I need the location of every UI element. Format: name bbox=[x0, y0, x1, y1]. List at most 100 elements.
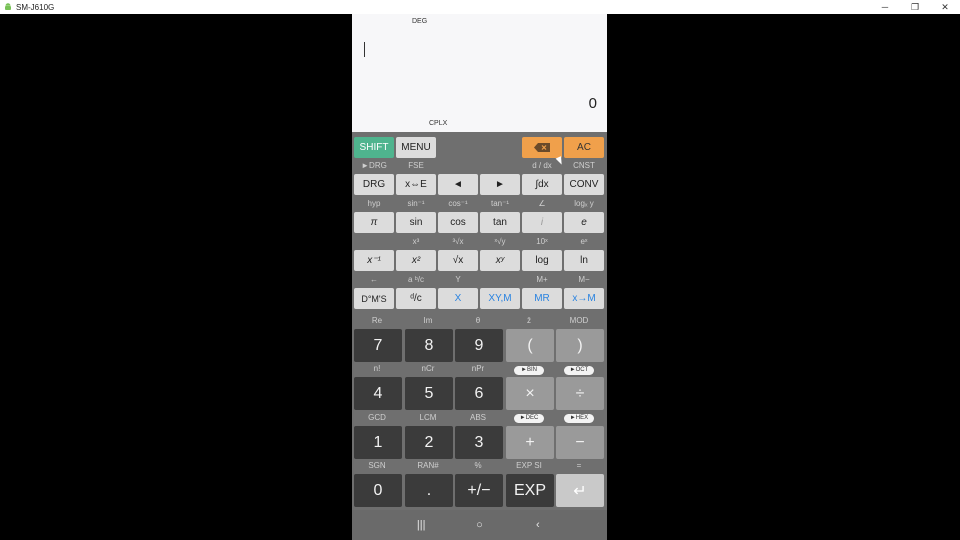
sin-key[interactable]: sin bbox=[396, 212, 436, 233]
shift-label-drg: ►DRG bbox=[361, 161, 387, 170]
close-paren-key[interactable]: ) bbox=[556, 329, 604, 362]
window-title: SM-J610G bbox=[16, 2, 55, 12]
minimize-button[interactable]: ─ bbox=[870, 0, 900, 14]
label-conjugate: z̄ bbox=[527, 316, 531, 325]
divide-key[interactable]: ÷ bbox=[556, 377, 604, 410]
decimal-point-key[interactable]: . bbox=[405, 474, 453, 507]
shift-label-derivative: d / dx bbox=[532, 161, 552, 170]
shift-label-y: Y bbox=[455, 275, 461, 284]
x-exchange-e-key[interactable]: x⇔E bbox=[396, 174, 436, 195]
complex-mode-indicator: CPLX bbox=[429, 120, 448, 127]
recents-icon[interactable]: ||| bbox=[411, 519, 431, 531]
x-variable-key[interactable]: X bbox=[438, 288, 478, 309]
label-to-dec: ►DEC bbox=[514, 414, 544, 423]
digit-8-key[interactable]: 8 bbox=[405, 329, 453, 362]
store-m-key[interactable]: x→M bbox=[564, 288, 604, 309]
label-to-oct: ►OCT bbox=[564, 366, 594, 375]
integral-key[interactable]: ∫dx bbox=[522, 174, 562, 195]
label-equals: = bbox=[576, 461, 582, 470]
shift-label-hyp: hyp bbox=[367, 199, 381, 208]
shift-label-acos: cos⁻¹ bbox=[448, 199, 468, 208]
cursor-right-key[interactable]: ► bbox=[480, 174, 520, 195]
digit-0-key[interactable]: 0 bbox=[354, 474, 402, 507]
android-navbar: ||| ○ ‹ bbox=[352, 510, 607, 540]
shift-label-fraction: a ᵇ/c bbox=[408, 275, 424, 284]
shift-label-angle: ∠ bbox=[538, 199, 546, 208]
sqrt-key[interactable]: √x bbox=[438, 250, 478, 271]
label-re: Re bbox=[371, 316, 383, 325]
shift-label-cuberoot: ³√x bbox=[452, 237, 464, 246]
label-mod: MOD bbox=[569, 316, 589, 325]
digit-7-key[interactable]: 7 bbox=[354, 329, 402, 362]
power-key[interactable]: xʸ bbox=[480, 250, 520, 271]
shift-label-xroot: ˣ√y bbox=[494, 237, 506, 246]
label-ran: RAN# bbox=[417, 461, 439, 470]
shift-label-10x: 10ˣ bbox=[536, 237, 548, 246]
label-percent: % bbox=[474, 461, 482, 470]
digit-9-key[interactable]: 9 bbox=[455, 329, 503, 362]
ln-key[interactable]: ln bbox=[564, 250, 604, 271]
label-lcm: LCM bbox=[419, 413, 437, 422]
menu-key[interactable]: MENU bbox=[396, 137, 436, 158]
digit-1-key[interactable]: 1 bbox=[354, 426, 402, 459]
shift-label-fse: FSE bbox=[408, 161, 424, 170]
label-ncr: nCr bbox=[421, 364, 435, 373]
mr-key[interactable]: MR bbox=[522, 288, 562, 309]
calculator-display[interactable]: DEG 0 CPLX bbox=[352, 14, 607, 132]
enter-key[interactable]: ↵ bbox=[556, 474, 604, 507]
digit-3-key[interactable]: 3 bbox=[455, 426, 503, 459]
back-icon[interactable]: ‹ bbox=[528, 519, 548, 531]
label-exp-si: EXP SI bbox=[516, 461, 542, 470]
cos-key[interactable]: cos bbox=[438, 212, 478, 233]
shift-label-asin: sin⁻¹ bbox=[407, 199, 425, 208]
multiply-key[interactable]: × bbox=[506, 377, 554, 410]
conv-key[interactable]: CONV bbox=[564, 174, 604, 195]
close-button[interactable]: ✕ bbox=[930, 0, 960, 14]
imaginary-key[interactable]: i bbox=[522, 212, 562, 233]
negate-key[interactable]: +/− bbox=[455, 474, 503, 507]
restore-button[interactable]: ❐ bbox=[900, 0, 930, 14]
exp-key[interactable]: EXP bbox=[506, 474, 554, 507]
input-cursor bbox=[364, 42, 365, 57]
label-to-bin: ►BIN bbox=[514, 366, 544, 375]
digit-6-key[interactable]: 6 bbox=[455, 377, 503, 410]
e-key[interactable]: e bbox=[564, 212, 604, 233]
label-sgn: SGN bbox=[368, 461, 386, 470]
shift-label-ex: eˣ bbox=[580, 237, 588, 246]
label-abs: ABS bbox=[469, 413, 486, 422]
digit-5-key[interactable]: 5 bbox=[405, 377, 453, 410]
reciprocal-key[interactable]: x⁻¹ bbox=[354, 250, 394, 271]
tan-key[interactable]: tan bbox=[480, 212, 520, 233]
label-factorial: n! bbox=[373, 364, 381, 373]
fraction-key[interactable]: ᵈ/c bbox=[396, 288, 436, 309]
digit-4-key[interactable]: 4 bbox=[354, 377, 402, 410]
label-theta: θ bbox=[475, 316, 481, 325]
phone-screen: DEG 0 CPLX SHIFT MENU AC ►DRG FSE d / dx… bbox=[352, 14, 607, 540]
shift-label-mplus: M+ bbox=[536, 275, 548, 284]
shift-label-atan: tan⁻¹ bbox=[490, 199, 509, 208]
log-key[interactable]: log bbox=[522, 250, 562, 271]
digit-2-key[interactable]: 2 bbox=[405, 426, 453, 459]
label-gcd: GCD bbox=[368, 413, 386, 422]
result-value: 0 bbox=[588, 95, 597, 112]
shift-label-arrow: ← bbox=[370, 275, 378, 284]
shift-label-cube: x³ bbox=[412, 237, 420, 246]
shift-label-cnst: CNST bbox=[573, 161, 595, 170]
open-paren-key[interactable]: ( bbox=[506, 329, 554, 362]
minus-key[interactable]: − bbox=[556, 426, 604, 459]
backspace-icon bbox=[534, 143, 550, 152]
cursor-left-key[interactable]: ◄ bbox=[438, 174, 478, 195]
shift-key[interactable]: SHIFT bbox=[354, 137, 394, 158]
ac-key[interactable]: AC bbox=[564, 137, 604, 158]
square-key[interactable]: x² bbox=[396, 250, 436, 271]
home-icon[interactable]: ○ bbox=[469, 519, 489, 531]
plus-key[interactable]: + bbox=[506, 426, 554, 459]
dms-key[interactable]: D°M'S bbox=[354, 288, 394, 309]
android-icon bbox=[2, 1, 14, 13]
xym-key[interactable]: XY,M bbox=[480, 288, 520, 309]
backspace-key[interactable] bbox=[522, 137, 562, 158]
pi-key[interactable]: π bbox=[354, 212, 394, 233]
drg-key[interactable]: DRG bbox=[354, 174, 394, 195]
label-npr: nPr bbox=[471, 364, 485, 373]
window-titlebar: SM-J610G ─ ❐ ✕ bbox=[0, 0, 960, 14]
